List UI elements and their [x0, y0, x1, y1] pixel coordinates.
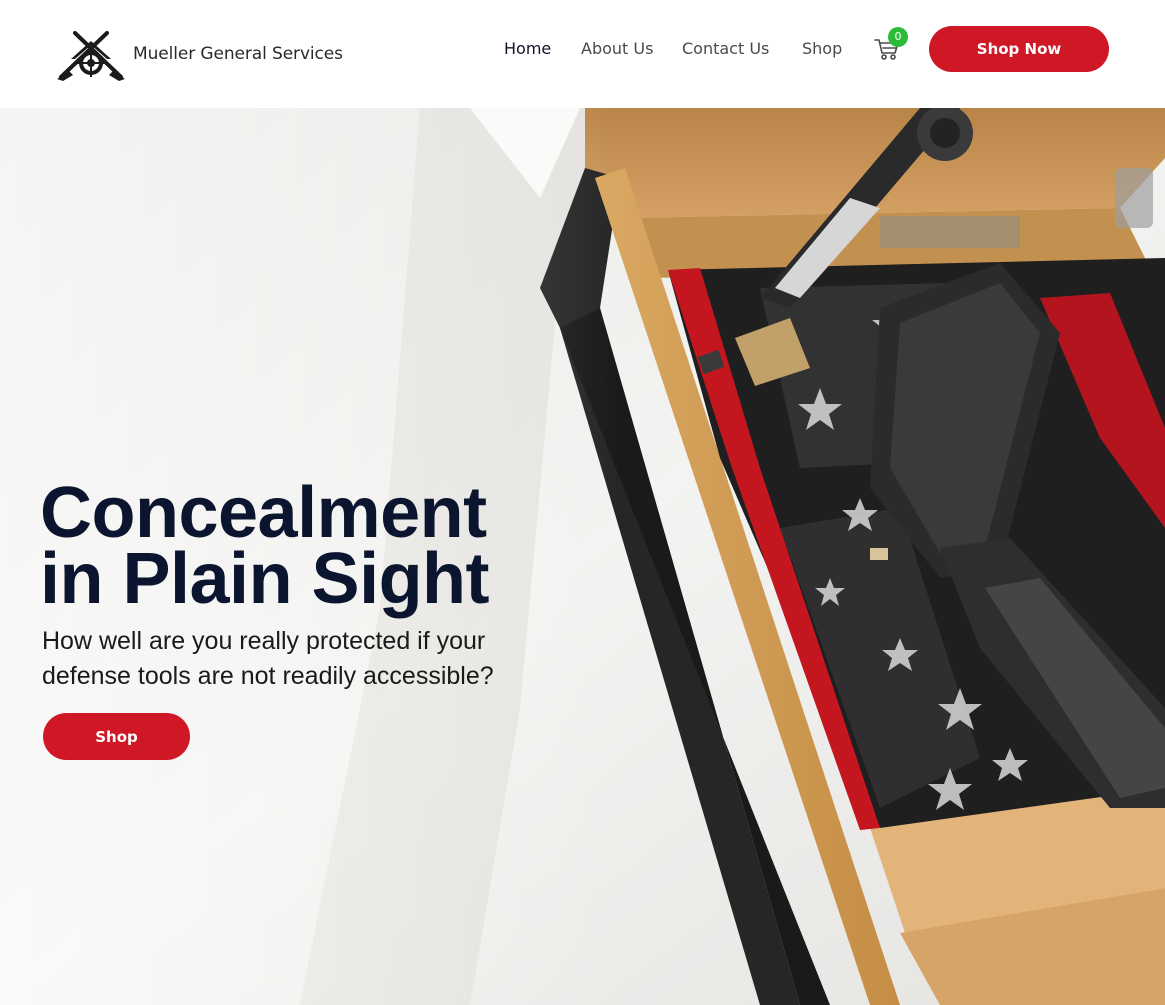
- hero-title-line-1: Concealment: [40, 473, 487, 553]
- cart-button[interactable]: 0: [874, 27, 908, 62]
- site-header: Mueller General Services Home About Us C…: [0, 0, 1165, 108]
- brand-name: Mueller General Services: [133, 44, 343, 64]
- crossed-rifles-logo-icon: [57, 31, 125, 81]
- hero-subtitle: How well are you really protected if you…: [42, 627, 494, 690]
- hero-section: Concealment in Plain Sight How well are …: [0, 108, 1165, 1005]
- cart-count-badge: 0: [888, 27, 908, 47]
- site-logo[interactable]: Mueller General Services: [55, 26, 343, 82]
- nav-item-contact-us[interactable]: Contact Us: [682, 37, 769, 61]
- hero-title-line-2: in Plain Sight: [40, 539, 490, 619]
- nav-item-about-us[interactable]: About Us: [581, 37, 653, 61]
- nav-item-shop[interactable]: Shop: [802, 37, 842, 61]
- nav-item-home[interactable]: Home: [504, 37, 551, 61]
- hero-shop-button[interactable]: Shop: [43, 713, 190, 760]
- shop-now-button[interactable]: Shop Now: [929, 26, 1109, 72]
- hero-title: Concealment in Plain Sight: [40, 473, 490, 619]
